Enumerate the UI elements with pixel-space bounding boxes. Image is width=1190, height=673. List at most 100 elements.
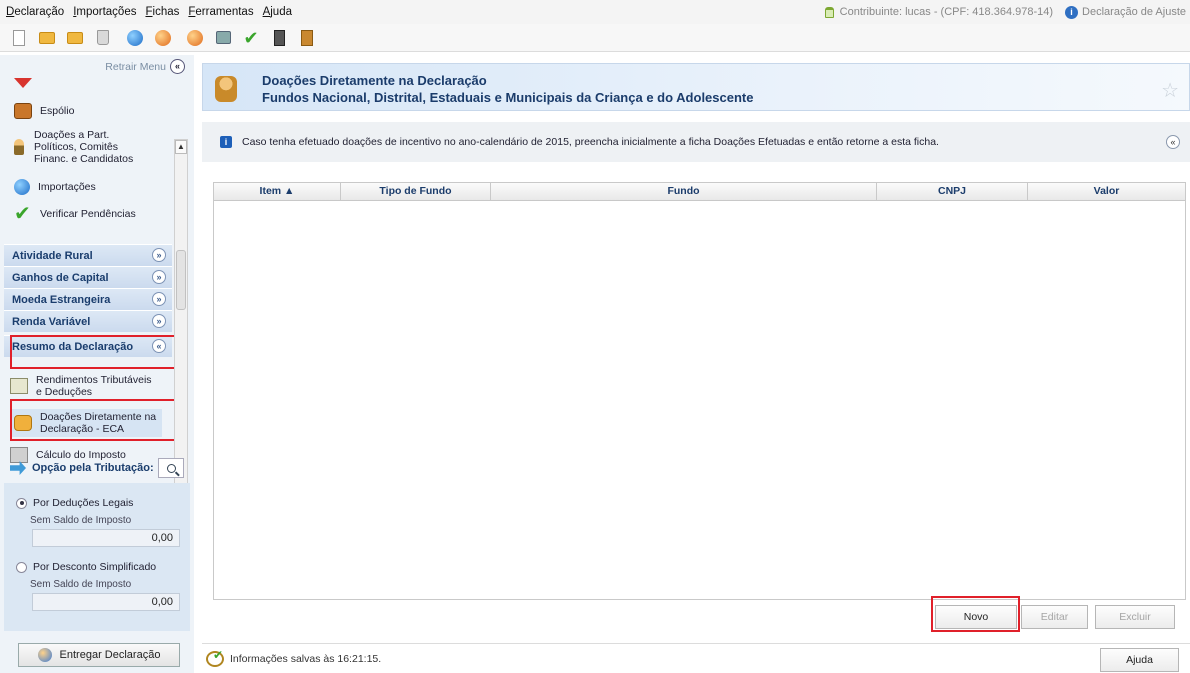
star-icon[interactable]: ☆ [1161,78,1179,103]
entregar-declaracao-button[interactable]: Entregar Declaração [18,643,180,667]
sem-saldo-label: Sem Saldo de Imposto [30,579,132,590]
declaracao-tipo-label: Declaração de Ajuste [1082,6,1186,18]
table-header: Item ▲ Tipo de Fundo Fundo CNPJ Valor [214,183,1185,201]
nav-item-label: Doações a Part. Políticos, Comitês Finan… [34,129,134,165]
search-icon [166,463,176,473]
section-label: Moeda Estrangeira [12,293,111,306]
nav-item-doacoes-partidos[interactable]: Doações a Part. Políticos, Comitês Finan… [14,129,154,165]
section-ganhos-capital[interactable]: Ganhos de Capital » [4,266,172,288]
radio-off-icon[interactable] [16,561,27,573]
calculator-icon[interactable] [270,29,288,47]
scroll-thumb[interactable] [176,250,186,310]
trash-icon[interactable] [94,29,112,47]
column-tipo-fundo[interactable]: Tipo de Fundo [341,183,491,200]
red-arrow-icon [14,78,32,88]
highlight-doacoes-eca [10,399,178,441]
status-bar: Informações salvas às 16:21:15. [202,643,1190,673]
globe-icon [14,179,30,195]
menu: Declaração Importações Fichas Ferramenta… [0,6,301,18]
menu-importacoes[interactable]: Importações [73,6,136,18]
deducoes-value: 0,00 [32,529,180,547]
info-bar: i Caso tenha efetuado doações de incenti… [202,122,1190,162]
kids-icon [215,76,237,102]
simplificado-value: 0,00 [32,593,180,611]
page-header: Doações Diretamente na Declaração Fundos… [202,63,1190,111]
printer-icon[interactable] [214,29,232,47]
new-document-icon[interactable] [10,29,28,47]
person-icon [14,139,24,155]
column-item[interactable]: Item ▲ [214,183,341,200]
status-text: Informações salvas às 16:21:15. [230,652,382,665]
menubar: Declaração Importações Fichas Ferramenta… [0,0,1190,24]
section-renda-variavel[interactable]: Renda Variável » [4,310,172,332]
expand-icon[interactable]: » [152,314,166,328]
radio-on-icon[interactable] [16,497,27,509]
globe-icon [37,648,52,662]
saved-icon [206,648,224,667]
column-fundo[interactable]: Fundo [491,183,877,200]
book-icon[interactable] [298,29,316,47]
editar-button[interactable]: Editar [1021,605,1088,629]
entregar-label: Entregar Declaração [59,649,161,661]
chest-icon [14,103,32,119]
radio-label: Por Deduções Legais [33,497,134,509]
search-button[interactable] [158,458,184,478]
menu-declaracao[interactable]: Declaração [6,6,64,18]
sem-saldo-label: Sem Saldo de Imposto [30,515,132,526]
menu-ferramentas[interactable]: Ferramentas [188,6,253,18]
radio-label: Por Desconto Simplificado [33,561,157,573]
check-icon: ✔ [14,203,31,225]
toolbar: ✔ [0,24,1190,52]
section-label: Atividade Rural [12,249,93,262]
page-subtitle: Fundos Nacional, Distrital, Estaduais e … [262,90,754,105]
retrair-menu-label[interactable]: Retrair Menu [105,61,166,73]
section-atividade-rural[interactable]: Atividade Rural » [4,244,172,266]
partial-item[interactable] [14,78,40,88]
tributacao-box: Por Deduções Legais Sem Saldo de Imposto… [4,483,190,631]
column-valor[interactable]: Valor [1028,183,1185,200]
open-folder-icon[interactable] [38,29,56,47]
radio-deducoes-legais[interactable]: Por Deduções Legais [16,497,133,509]
section-label: Ganhos de Capital [12,271,109,284]
main-area: Doações Diretamente na Declaração Fundos… [198,55,1190,673]
user-info: Contribuinte: lucas - (CPF: 418.364.978-… [824,5,1190,19]
collapse-menu-icon[interactable]: « [170,59,185,74]
highlight-novo [931,596,1020,632]
ajuda-button[interactable]: Ajuda [1100,648,1179,672]
section-label: Renda Variável [12,315,91,328]
page-title: Doações Diretamente na Declaração [262,73,487,88]
opcao-tributacao: Opção pela Tributação: [10,461,154,475]
info-text: Caso tenha efetuado doações de incentivo… [242,136,939,148]
contribuinte-label: Contribuinte: lucas - (CPF: 418.364.978-… [839,6,1054,18]
nav-item-verificar-pendencias[interactable]: ✔ Verificar Pendências [14,203,136,225]
declaracao-info-icon: i [1065,5,1079,19]
menu-ajuda[interactable]: Ajuda [263,6,292,18]
nav-item-label: Verificar Pendências [40,208,136,220]
money-icon [10,378,28,394]
section-moeda-estrangeira[interactable]: Moeda Estrangeira » [4,288,172,310]
menu-fichas[interactable]: Fichas [145,6,179,18]
expand-icon[interactable]: » [152,292,166,306]
opcao-label: Opção pela Tributação: [32,462,154,474]
doacoes-table: Item ▲ Tipo de Fundo Fundo CNPJ Valor [213,182,1186,600]
radio-desconto-simplificado[interactable]: Por Desconto Simplificado [16,561,156,573]
globe-color-icon[interactable] [186,29,204,47]
nav-item-label: Espólio [40,105,75,117]
globe-orange-icon[interactable] [154,29,172,47]
folder-icon[interactable] [66,29,84,47]
nav-item-rendimentos-tributaveis[interactable]: Rendimentos Tributáveis e Deduções [10,374,160,398]
lock-icon [824,6,834,18]
globe-icon[interactable] [126,29,144,47]
column-cnpj[interactable]: CNPJ [877,183,1028,200]
nav-item-label: Rendimentos Tributáveis e Deduções [36,374,152,398]
check-icon[interactable]: ✔ [242,29,260,47]
excluir-button[interactable]: Excluir [1095,605,1175,629]
collapse-info-icon[interactable]: « [1166,135,1180,149]
nav-item-espolio[interactable]: Espólio [14,103,74,119]
highlight-resumo [10,335,178,369]
expand-icon[interactable]: » [152,248,166,262]
nav-item-label: Importações [38,181,96,193]
nav-item-importacoes[interactable]: Importações [14,179,96,195]
scroll-up-icon[interactable]: ▲ [175,140,187,154]
expand-icon[interactable]: » [152,270,166,284]
